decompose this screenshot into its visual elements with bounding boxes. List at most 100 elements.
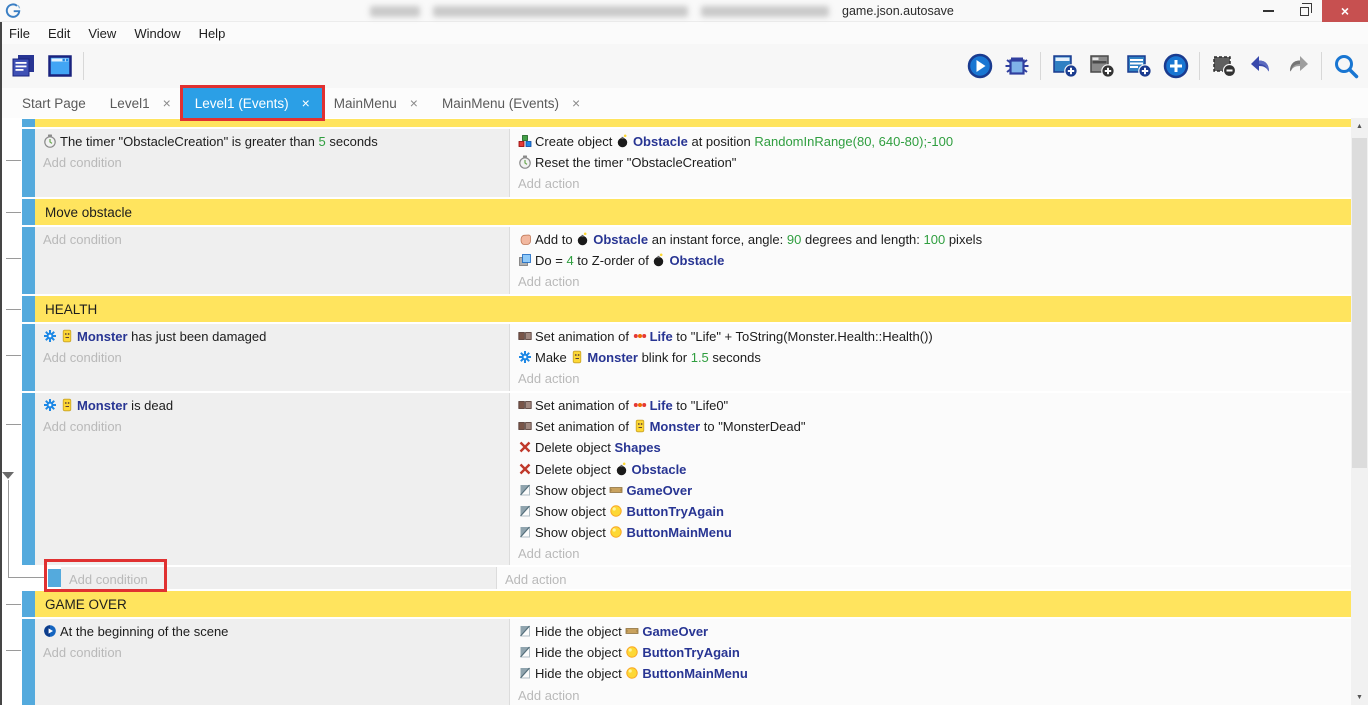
tab-level1-events[interactable]: Level1 (Events)× <box>183 88 322 118</box>
add-element-button[interactable] <box>1157 47 1194 85</box>
comment-text[interactable]: GAME OVER <box>35 591 1351 617</box>
menu-edit[interactable]: Edit <box>39 24 79 43</box>
scroll-thumb[interactable] <box>1352 138 1367 468</box>
actions-column[interactable]: Set animation of Life to "Life" + ToStri… <box>510 324 1351 391</box>
preview-button[interactable] <box>961 47 998 85</box>
comment-text[interactable]: HEALTH <box>35 296 1351 322</box>
add-condition-button[interactable]: Add condition <box>43 416 509 437</box>
add-action-button[interactable]: Add action <box>518 368 1351 389</box>
search-button[interactable] <box>1327 47 1364 85</box>
action-line[interactable]: Hide the object ButtonMainMenu <box>518 663 1351 684</box>
action-line[interactable]: Show object GameOver <box>518 480 1351 501</box>
add-action-button[interactable]: Add action <box>518 173 1351 194</box>
window-left-border <box>0 22 2 705</box>
scroll-down-button[interactable]: ▼ <box>1351 689 1368 705</box>
action-line[interactable]: Reset the timer "ObstacleCreation" <box>518 152 1351 173</box>
close-tab-icon[interactable]: × <box>163 95 171 111</box>
condition-line[interactable]: Monster is dead <box>43 395 509 416</box>
event-drag-handle[interactable] <box>22 393 35 565</box>
restore-button[interactable] <box>1286 0 1322 22</box>
event-drag-handle[interactable] <box>22 296 35 322</box>
action-line[interactable]: Hide the object GameOver <box>518 621 1351 642</box>
toolbar-separator <box>83 52 84 80</box>
event-drag-handle[interactable] <box>22 119 35 127</box>
toolbar <box>0 44 1368 88</box>
event-drag-handle[interactable] <box>22 619 35 705</box>
add-condition-button[interactable]: Add condition <box>43 229 509 250</box>
debug-button[interactable] <box>998 47 1035 85</box>
tab-level1[interactable]: Level1× <box>98 88 183 118</box>
event-drag-handle[interactable] <box>22 129 35 197</box>
menu-file[interactable]: File <box>0 24 39 43</box>
add-action-button[interactable]: Add action <box>518 685 1351 705</box>
conditions-column[interactable]: The timer "ObstacleCreation" is greater … <box>35 129 510 197</box>
close-tab-icon[interactable]: × <box>410 95 418 111</box>
conditions-column[interactable]: Monster is deadAdd condition <box>35 393 510 565</box>
comment-text[interactable]: Move obstacle <box>35 199 1351 225</box>
tab-mainmenu[interactable]: MainMenu× <box>322 88 430 118</box>
monster-icon <box>570 350 584 364</box>
project-manager-button[interactable] <box>4 47 41 85</box>
tab-start-page[interactable]: Start Page <box>10 88 98 118</box>
event-drag-handle[interactable] <box>48 569 61 587</box>
action-line[interactable]: Add to Obstacle an instant force, angle:… <box>518 229 1351 250</box>
actions-column[interactable]: Set animation of Life to "Life0"Set anim… <box>510 393 1351 565</box>
action-line[interactable]: Set animation of Life to "Life" + ToStri… <box>518 326 1351 347</box>
redo-button[interactable] <box>1279 47 1316 85</box>
remove-event-button[interactable] <box>1205 47 1242 85</box>
window-title: game.json.autosave <box>370 0 954 22</box>
add-subevent-button[interactable] <box>1083 47 1120 85</box>
action-line[interactable]: Hide the object ButtonTryAgain <box>518 642 1351 663</box>
condition-line[interactable]: Monster has just been damaged <box>43 326 509 347</box>
event-drag-handle[interactable] <box>22 591 35 617</box>
event-drag-handle[interactable] <box>22 324 35 391</box>
menu-view[interactable]: View <box>79 24 125 43</box>
add-event-button[interactable] <box>1046 47 1083 85</box>
add-action-button[interactable]: Add action <box>518 271 1351 292</box>
timer-icon <box>518 155 532 169</box>
action-line[interactable]: Set animation of Monster to "MonsterDead… <box>518 416 1351 437</box>
add-action-button[interactable]: Add action <box>505 569 1351 589</box>
condition-line[interactable]: At the beginning of the scene <box>43 621 509 642</box>
actions-column[interactable]: Add to Obstacle an instant force, angle:… <box>510 227 1351 294</box>
menu-window[interactable]: Window <box>125 24 189 43</box>
add-condition-button[interactable]: Add condition <box>43 347 509 368</box>
close-button[interactable]: × <box>1322 0 1368 22</box>
scene-editor-button[interactable] <box>41 47 78 85</box>
restore-icon <box>1300 7 1309 16</box>
add-condition-button[interactable]: Add condition <box>43 152 509 173</box>
add-condition-button[interactable]: Add condition <box>69 569 496 589</box>
add-comment-button[interactable] <box>1120 47 1157 85</box>
conditions-column[interactable]: At the beginning of the sceneAdd conditi… <box>35 619 510 705</box>
conditions-column[interactable]: Add condition <box>61 567 497 589</box>
event-drag-handle[interactable] <box>22 199 35 225</box>
actions-column[interactable]: Create object Obstacle at position Rando… <box>510 129 1351 197</box>
action-line[interactable]: Do = 4 to Z-order of Obstacle <box>518 250 1351 271</box>
undo-button[interactable] <box>1242 47 1279 85</box>
actions-column[interactable]: Hide the object GameOverHide the object … <box>510 619 1351 705</box>
conditions-column[interactable]: Add condition <box>35 227 510 294</box>
action-line[interactable]: Show object ButtonTryAgain <box>518 501 1351 522</box>
action-line[interactable]: Delete object Obstacle <box>518 459 1351 480</box>
condition-line[interactable]: The timer "ObstacleCreation" is greater … <box>43 131 509 152</box>
event-drag-handle[interactable] <box>22 227 35 294</box>
action-line[interactable]: Make Monster blink for 1.5 seconds <box>518 347 1351 368</box>
menu-help[interactable]: Help <box>190 24 235 43</box>
close-tab-icon[interactable]: × <box>302 95 310 111</box>
action-line[interactable]: Delete object Shapes <box>518 437 1351 458</box>
action-line[interactable]: Set animation of Life to "Life0" <box>518 395 1351 416</box>
add-action-button[interactable]: Add action <box>518 543 1351 564</box>
visibility-icon <box>518 525 532 539</box>
action-line[interactable]: Show object ButtonMainMenu <box>518 522 1351 543</box>
scroll-up-button[interactable]: ▲ <box>1351 118 1368 135</box>
add-condition-button[interactable]: Add condition <box>43 642 509 663</box>
minimize-button[interactable] <box>1250 0 1286 22</box>
comment-text[interactable] <box>35 119 1351 127</box>
action-line[interactable]: Create object Obstacle at position Rando… <box>518 131 1351 152</box>
actions-column[interactable]: Add action <box>497 567 1351 589</box>
vertical-scrollbar[interactable]: ▲ ▼ <box>1351 118 1368 705</box>
collapse-arrow-icon[interactable] <box>2 472 14 479</box>
tab-mainmenu-events[interactable]: MainMenu (Events)× <box>430 88 592 118</box>
close-tab-icon[interactable]: × <box>572 95 580 111</box>
conditions-column[interactable]: Monster has just been damagedAdd conditi… <box>35 324 510 391</box>
